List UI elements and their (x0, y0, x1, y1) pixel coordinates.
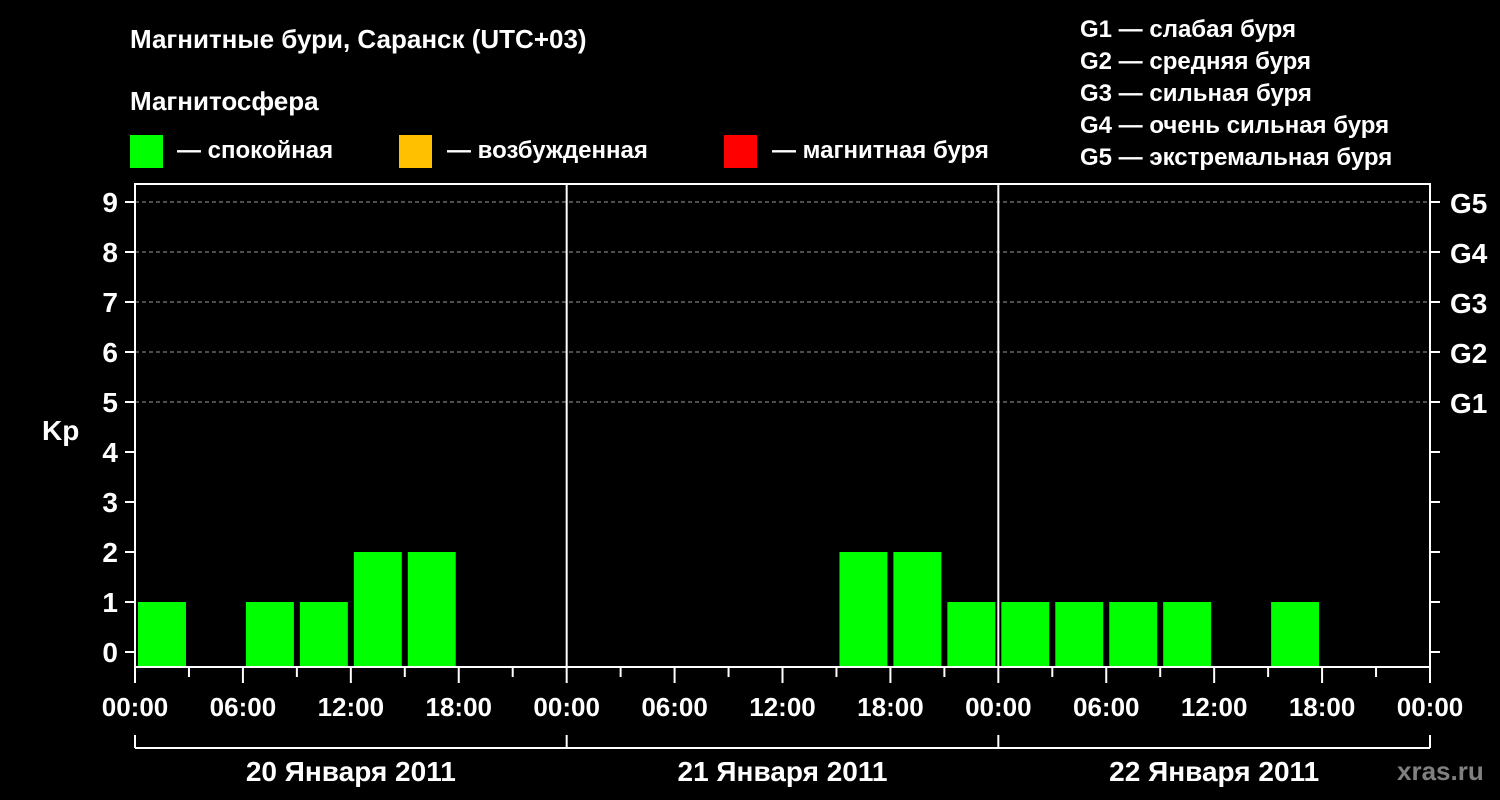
x-tick-label-9: 06:00 (1073, 692, 1140, 722)
kp-chart: Магнитные бури, Саранск (UTC+03) Магнито… (42, 16, 1488, 787)
kp-bar-4 (353, 552, 402, 667)
x-tick-label-6: 12:00 (749, 692, 816, 722)
kp-bar-3 (299, 602, 348, 667)
legend-swatch-active (399, 135, 432, 168)
g-scale-label-g4: G4 (1450, 238, 1488, 269)
y-tick-label-2: 2 (102, 537, 118, 568)
x-tick-label-11: 18:00 (1289, 692, 1356, 722)
x-tick-label-1: 06:00 (210, 692, 277, 722)
storm-scale-legend: G1 — слабая буря G2 — средняя буря G3 — … (1080, 16, 1392, 171)
bars (138, 552, 1320, 667)
storm-scale-g2: G2 — средняя буря (1080, 48, 1311, 75)
y-axis-label: Kp (42, 415, 79, 446)
g-scale-label-g1: G1 (1450, 388, 1487, 419)
legend-title: Магнитосфера (130, 86, 319, 116)
kp-bar-15 (947, 602, 996, 667)
g-scale-label-g3: G3 (1450, 288, 1487, 319)
x-tick-label-2: 12:00 (318, 692, 385, 722)
g-scale-label-g2: G2 (1450, 338, 1487, 369)
legend-swatch-quiet (130, 135, 163, 168)
y-tick-label-9: 9 (102, 187, 118, 218)
kp-bar-18 (1109, 602, 1158, 667)
y-tick-label-7: 7 (102, 287, 118, 318)
watermark: xras.ru (1397, 756, 1484, 786)
legend-swatch-storm (724, 135, 757, 168)
day-labels: 20 Января 2011 21 Января 2011 22 Января 20… (134, 735, 1431, 787)
y-tick-label-0: 0 (102, 637, 118, 668)
legend-label-active: — возбужденная (447, 137, 648, 164)
x-tick-label-10: 12:00 (1181, 692, 1248, 722)
chart-title: Магнитные бури, Саранск (UTC+03) (130, 24, 587, 54)
x-tick-label-7: 18:00 (857, 692, 924, 722)
kp-bar-13 (839, 552, 888, 667)
kp-bar-2 (245, 602, 294, 667)
g-scale-tick-labels: G1 G2 G3 G4 G5 (1450, 188, 1488, 419)
day-label-1: 21 Января 2011 (678, 756, 888, 787)
legend-label-storm: — магнитная буря (772, 137, 989, 164)
kp-bar-21 (1271, 602, 1320, 667)
x-tick-labels: 00:00 06:00 12:00 18:00 00:00 06:00 12:00 18:00… (102, 692, 1464, 722)
kp-bar-14 (893, 552, 942, 667)
g-scale-label-g5: G5 (1450, 188, 1487, 219)
storm-scale-g4: G4 — очень сильная буря (1080, 112, 1389, 139)
x-tick-label-3: 18:00 (426, 692, 493, 722)
day-label-0: 20 Января 2011 (246, 756, 456, 787)
y-tick-label-4: 4 (102, 437, 118, 468)
y-tick-label-1: 1 (102, 587, 118, 618)
kp-bar-0 (138, 602, 186, 667)
plot-frame (134, 183, 1431, 668)
x-tick-label-5: 06:00 (641, 692, 708, 722)
storm-scale-g5: G5 — экстремальная буря (1080, 144, 1392, 171)
day-label-2: 22 Января 2011 (1109, 756, 1319, 787)
legend: — спокойная — возбужденная — магнитная б… (130, 135, 989, 168)
y-tick-label-8: 8 (102, 237, 118, 268)
x-tick-label-4: 00:00 (533, 692, 600, 722)
kp-bar-17 (1055, 602, 1104, 667)
legend-label-quiet: — спокойная (177, 137, 333, 164)
x-tick-label-8: 00:00 (965, 692, 1032, 722)
storm-scale-g1: G1 — слабая буря (1080, 16, 1296, 43)
kp-bar-5 (407, 552, 456, 667)
y-tick-labels: 0 1 2 3 4 5 6 7 8 9 (102, 187, 118, 668)
kp-bar-16 (1001, 602, 1050, 667)
x-tick-label-12: 00:00 (1397, 692, 1464, 722)
storm-scale-g3: G3 — сильная буря (1080, 80, 1312, 107)
x-tick-label-0: 00:00 (102, 692, 169, 722)
y-tick-label-3: 3 (102, 487, 118, 518)
kp-bar-19 (1163, 602, 1212, 667)
grid (135, 201, 1430, 403)
y-tick-label-6: 6 (102, 337, 118, 368)
y-tick-label-5: 5 (102, 387, 118, 418)
